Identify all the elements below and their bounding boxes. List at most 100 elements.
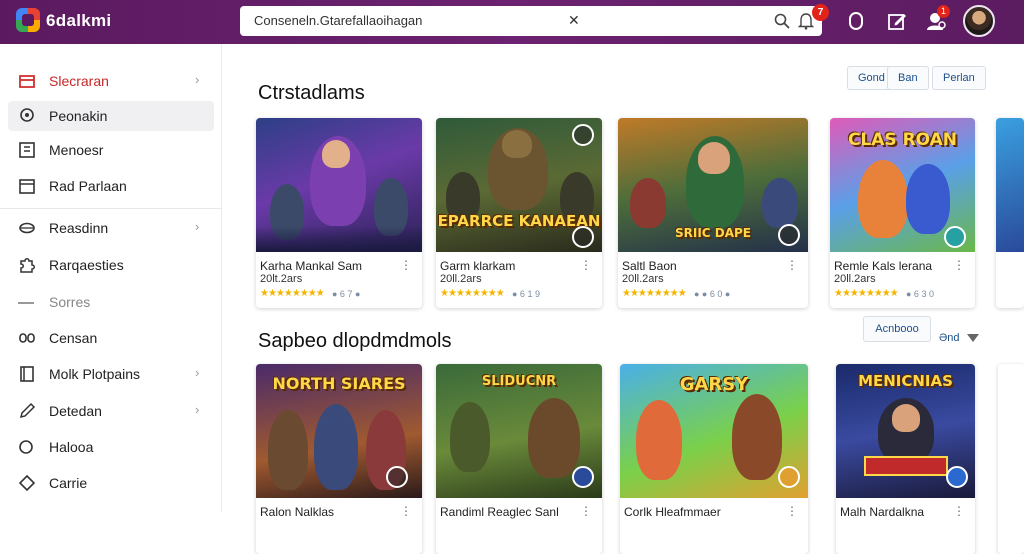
- sidebar-item-label: Slecraran: [49, 73, 109, 89]
- shield-icon[interactable]: [845, 10, 867, 32]
- diamond-icon: [18, 474, 36, 492]
- sidebar-item-sorres[interactable]: Sorres: [8, 287, 214, 317]
- star-rating-icon: ★★★★★★★★: [622, 288, 687, 299]
- menu-list-icon: [19, 142, 35, 158]
- game-card[interactable]: CLAS ROAN Remle Kals lerana 20ll.2ars ★★…: [830, 118, 975, 308]
- badge-icon: [386, 466, 408, 488]
- game-thumbnail[interactable]: EPARRCE KANAEAN: [436, 118, 602, 252]
- sidebar-item-puzzle[interactable]: Rarqaesties: [8, 250, 214, 280]
- messages-badge[interactable]: 1: [937, 5, 950, 18]
- brand-name[interactable]: 6dalkmi: [46, 11, 111, 31]
- badge-icon: [778, 224, 800, 246]
- circle-icon: [19, 440, 33, 454]
- card-score: ● ● 6 0 ●: [694, 289, 731, 299]
- card-title: Ralon Nalklas: [260, 505, 335, 519]
- search-bar[interactable]: Conseneln.Gtarefallaoihagan ✕: [240, 6, 822, 36]
- pen-icon: [19, 402, 36, 419]
- app-logo-icon[interactable]: [16, 8, 40, 32]
- card-score: ● 6 7 ●: [332, 289, 361, 299]
- more-options-icon[interactable]: ⋮: [580, 258, 592, 272]
- sidebar-item-podcast[interactable]: Peonakin: [8, 101, 214, 131]
- sort-label[interactable]: Ənd: [939, 332, 960, 344]
- chevron-right-icon: ›: [195, 365, 200, 380]
- game-card[interactable]: EPARRCE KANAEAN Garm klarkam 20ll.2ars ★…: [436, 118, 602, 308]
- more-options-icon[interactable]: ⋮: [580, 504, 592, 518]
- card-art-title: SLIDUCNR: [481, 374, 557, 389]
- game-thumbnail[interactable]: SRIIC DAPE: [618, 118, 808, 252]
- edit-icon[interactable]: [886, 10, 908, 32]
- more-options-icon[interactable]: ⋮: [400, 504, 412, 518]
- game-thumbnail[interactable]: [256, 118, 422, 252]
- game-thumbnail[interactable]: MENICNIAS: [836, 364, 975, 498]
- cloud-icon: [19, 222, 35, 234]
- game-thumbnail[interactable]: NORTH SIARES: [256, 364, 422, 498]
- filter-button[interactable]: Perlan: [932, 66, 986, 90]
- sidebar-item-store[interactable]: Slecraran ›: [8, 66, 214, 96]
- people-icon: [19, 333, 35, 343]
- card-art-title: NORTH SIARES: [272, 374, 406, 393]
- sidebar-item-calendar[interactable]: Rad Parlaan: [8, 171, 214, 201]
- sidebar-item-book[interactable]: Molk Plotpains ›: [8, 359, 214, 389]
- star-rating-icon: ★★★★★★★★: [260, 288, 325, 299]
- search-input[interactable]: Conseneln.Gtarefallaoihagan: [254, 13, 422, 28]
- chevron-down-icon[interactable]: [967, 334, 979, 342]
- game-thumbnail[interactable]: SLIDUCNR: [436, 364, 602, 498]
- sidebar: Slecraran › Peonakin Menoesr Rad Parlaan…: [0, 44, 222, 512]
- game-card[interactable]: SRIIC DAPE Saltl Baon 20ll.2ars ★★★★★★★★…: [618, 118, 808, 308]
- card-score: ● 6 1 9: [512, 289, 540, 299]
- search-icon[interactable]: [774, 13, 790, 29]
- puzzle-icon: [20, 258, 35, 273]
- store-icon: [19, 75, 35, 88]
- sidebar-item-label: Censan: [49, 330, 98, 346]
- game-card[interactable]: SLIDUCNR Randiml Reaglec Sanl ⋮: [436, 364, 602, 554]
- card-title: Malh Nardalkna: [840, 505, 925, 519]
- sidebar-item-label: Detedan: [49, 403, 102, 419]
- chevron-right-icon: ›: [195, 219, 200, 234]
- star-rating-icon: ★★★★★★★★: [440, 288, 505, 299]
- game-card[interactable]: [998, 364, 1024, 554]
- section-title: Sapbeo dlopdmdmols: [258, 330, 452, 352]
- more-options-icon[interactable]: ⋮: [786, 258, 798, 272]
- book-icon: [20, 366, 34, 382]
- sidebar-item-label: Peonakin: [49, 108, 108, 124]
- more-options-icon[interactable]: ⋮: [786, 504, 798, 518]
- sidebar-item-cloud[interactable]: Reasdinn ›: [8, 213, 214, 243]
- card-score: ● 6 3 0: [906, 289, 934, 299]
- game-card[interactable]: [996, 118, 1024, 308]
- badge-icon: [944, 226, 966, 248]
- game-thumbnail[interactable]: [998, 364, 1024, 498]
- notification-badge[interactable]: 7: [812, 4, 829, 21]
- sidebar-item-label: Halooa: [49, 439, 94, 455]
- sidebar-item-menu[interactable]: Menoesr: [8, 135, 214, 165]
- more-options-icon[interactable]: ⋮: [953, 258, 965, 272]
- filter-button[interactable]: Ban: [887, 66, 929, 90]
- sidebar-item-label: Sorres: [49, 294, 91, 310]
- sidebar-item-label: Rad Parlaan: [49, 178, 127, 194]
- main-content: Gond Ban Perlan Ctrstadlams Karha Mankal…: [223, 44, 1024, 554]
- game-card[interactable]: Karha Mankal Sam 20lt.2ars ★★★★★★★★ ● 6 …: [256, 118, 422, 308]
- sidebar-item-pen[interactable]: Detedan ›: [8, 396, 214, 426]
- game-card[interactable]: MENICNIAS Malh Nardalkna ⋮: [836, 364, 975, 554]
- podcast-icon: [20, 108, 34, 122]
- card-subtitle: 20ll.2ars: [440, 273, 482, 285]
- avatar[interactable]: [963, 5, 995, 37]
- top-bar: 6dalkmi Conseneln.Gtarefallaoihagan ✕ 7 …: [0, 0, 1024, 44]
- section-title: Ctrstadlams: [258, 82, 365, 104]
- star-rating-icon: ★★★★★★★★: [834, 288, 899, 299]
- more-options-icon[interactable]: ⋮: [953, 504, 965, 518]
- card-title: Corlk Hleafmmaer: [624, 505, 721, 519]
- sidebar-item-people[interactable]: Censan: [8, 323, 214, 353]
- clear-search-icon[interactable]: ✕: [568, 12, 580, 29]
- game-card[interactable]: NORTH SIARES Ralon Nalklas ⋮: [256, 364, 422, 554]
- game-card[interactable]: GARSY Corlk Hleafmmaer ⋮: [620, 364, 808, 554]
- game-thumbnail[interactable]: [996, 118, 1024, 252]
- badge-icon: [778, 466, 800, 488]
- sidebar-divider: [0, 208, 222, 209]
- more-options-icon[interactable]: ⋮: [400, 258, 412, 272]
- sidebar-item-carrie[interactable]: Carrie: [8, 468, 214, 498]
- sidebar-item-halooa[interactable]: Halooa: [8, 432, 214, 462]
- game-thumbnail[interactable]: CLAS ROAN: [830, 118, 975, 252]
- sidebar-item-label: Menoesr: [49, 142, 104, 158]
- game-thumbnail[interactable]: GARSY: [620, 364, 808, 498]
- see-all-button[interactable]: Acnbooo: [863, 316, 931, 342]
